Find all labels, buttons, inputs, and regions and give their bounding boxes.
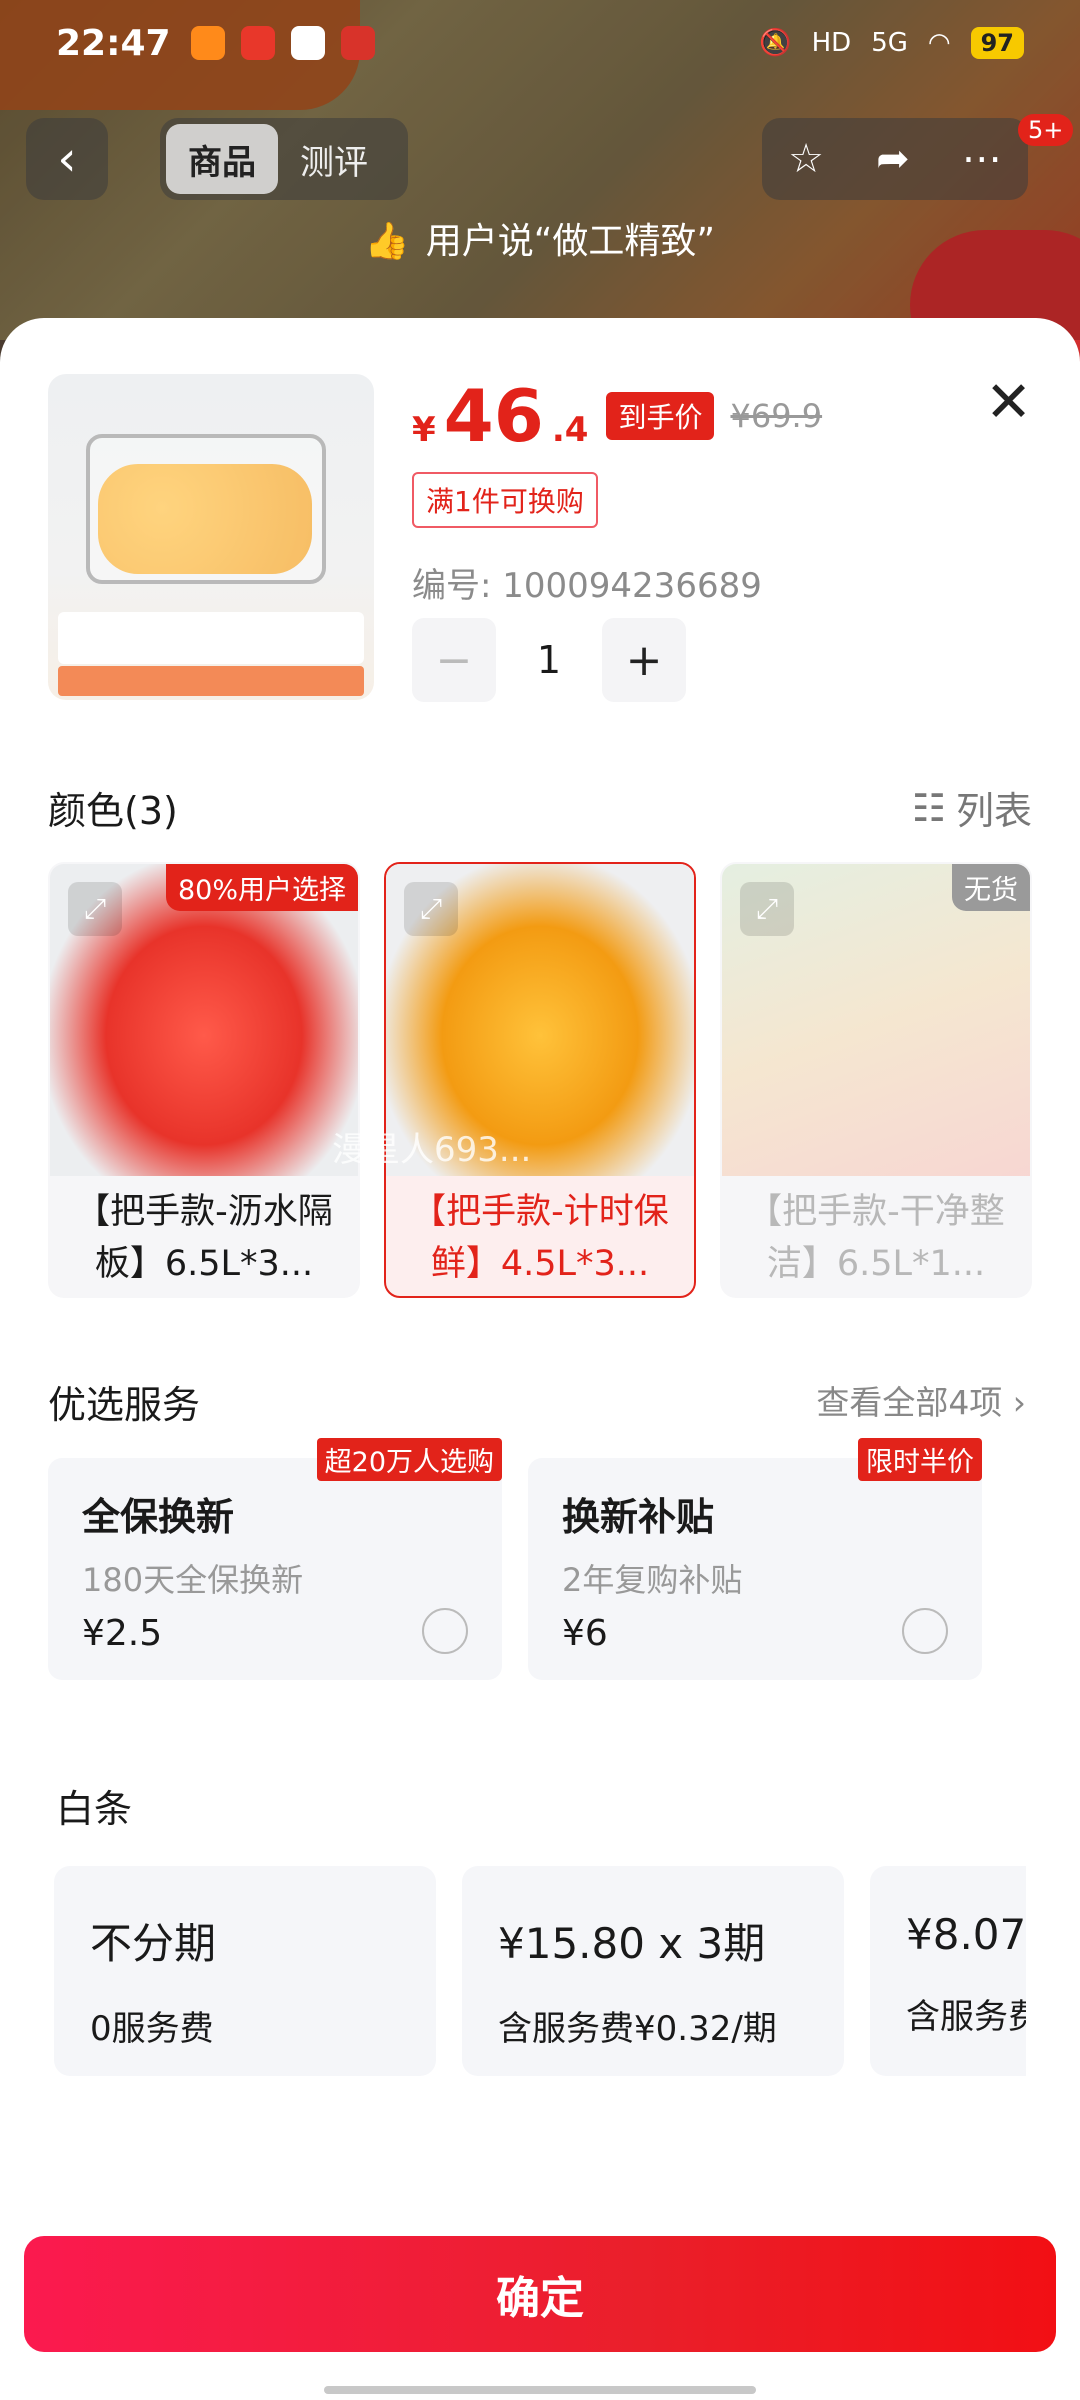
installment-main: ¥8.07 [906,1910,1026,1959]
more-icon[interactable]: ⋯ [962,136,1002,182]
close-icon[interactable]: ✕ [985,370,1032,435]
installment-sub: 0服务费 [90,2009,214,2049]
expand-icon[interactable]: ⤢ [740,882,794,936]
battery-icon: 97 [970,27,1024,59]
color-option-label: 【把手款-计时保鲜】4.5L*3... [411,1192,669,1284]
price-row: ¥ 46 .4 到手价 ¥69.9 [412,380,822,452]
tab-review[interactable]: 测评 [278,124,390,194]
service-name: 全保换新 [82,1495,235,1539]
out-of-stock-tag: 无货 [952,864,1030,911]
mute-icon: 🔕 [759,28,792,58]
color-option-2[interactable]: ⤢ 【把手款-计时保鲜】4.5L*3... [384,862,696,1298]
chevron-left-icon: ‹ [57,131,77,187]
installment-option-2[interactable]: ¥15.80 x 3期 含服务费¥0.32/期 [462,1866,844,2076]
installment-option-3[interactable]: ¥8.07 含服务费 [870,1866,1026,2076]
nav-actions: ☆ ➦ ⋯ [762,118,1028,200]
app-notification-icon [190,26,225,60]
confirm-button[interactable]: 确定 [24,2236,1056,2352]
original-price: ¥69.9 [730,397,823,435]
service-radio[interactable] [902,1608,948,1654]
expand-icon[interactable]: ⤢ [404,882,458,936]
thumbnail-info-band [58,612,364,664]
product-code: 编号: 100094236689 [412,566,762,606]
product-thumbnail[interactable] [48,374,374,700]
service-desc: 180天全保换新 [82,1561,304,1599]
color-option-1[interactable]: ⤢ 80%用户选择 【把手款-沥水隔板】6.5L*3... [48,862,360,1298]
hd-icon: HD [811,28,852,58]
price-decimal: .4 [551,410,589,450]
network-icon: 5G [871,28,908,58]
color-option-label: 【把手款-沥水隔板】6.5L*3... [75,1192,333,1284]
praise-banner: 👍 用户说“做工精致” [0,212,1080,264]
expand-icon[interactable]: ⤢ [68,882,122,936]
installment-sub: 含服务费 [906,1997,1026,2037]
baitiao-section-title: 白条 [56,1787,133,1831]
color-section-title: 颜色(3) [48,789,178,833]
installment-main: 不分期 [90,1919,217,1968]
swap-note: 满1件可换购 [412,472,598,528]
decrease-button[interactable]: − [412,618,496,702]
thumbnail-feature-band [58,666,364,696]
price-integer: 46 [443,374,544,458]
service-radio[interactable] [422,1608,468,1654]
status-time: 22:47 [56,22,171,64]
message-count-badge: 5+ [1018,114,1074,146]
wifi-icon: ◠ [927,28,951,58]
container-image [86,434,326,584]
service-name: 换新补贴 [562,1495,715,1539]
services-section-title: 优选服务 [48,1383,201,1427]
app-notification-icon [340,26,375,60]
installment-option-1[interactable]: 不分期 0服务费 [54,1866,436,2076]
color-option-label: 【把手款-干净整洁】6.5L*1... [747,1192,1005,1284]
list-view-toggle[interactable]: ☷ 列表 [912,780,1032,835]
currency-symbol: ¥ [412,410,436,450]
popular-tag: 80%用户选择 [165,864,358,911]
tab-product[interactable]: 商品 [166,124,278,194]
service-tag: 限时半价 [858,1438,982,1481]
sku-selector-sheet: ¥ 46 .4 到手价 ¥69.9 ✕ 满1件可换购 编号: 100094236… [0,318,1080,2400]
app-notification-icon [290,26,325,60]
share-icon[interactable]: ➦ [876,136,910,182]
status-bar: 22:47 🔕 HD 5G ◠ 97 [0,0,1080,86]
installment-main: ¥15.80 x 3期 [498,1919,766,1968]
home-indicator[interactable] [324,2386,756,2394]
praise-text: 用户说“做工精致” [425,221,716,262]
increase-button[interactable]: + [602,618,686,702]
view-all-services-link[interactable]: 查看全部4项 › [816,1376,1026,1424]
quantity-value: 1 [536,638,562,682]
notification-icons [190,26,375,60]
quantity-stepper: − 1 + [412,618,686,702]
service-desc: 2年复购补贴 [562,1561,743,1599]
service-option-2[interactable]: 限时半价 换新补贴 2年复购补贴 ¥6 [528,1438,982,1680]
service-price: ¥2.5 [82,1613,163,1654]
star-icon[interactable]: ☆ [788,136,824,182]
back-button[interactable]: ‹ [26,118,108,200]
watermark: 漫星人693... [332,1130,532,1170]
list-icon: ☷ [911,785,946,830]
color-option-3[interactable]: ⤢ 无货 【把手款-干净整洁】6.5L*1... [720,862,1032,1298]
app-notification-icon [240,26,275,60]
service-tag: 超20万人选购 [316,1438,502,1481]
top-nav: ‹ 商品 测评 ☆ ➦ ⋯ [0,118,1080,200]
page-tabs: 商品 测评 [160,118,408,200]
thumbs-up-icon: 👍 [364,221,410,262]
installment-sub: 含服务费¥0.32/期 [498,2009,777,2049]
final-price-tag: 到手价 [606,392,715,440]
service-price: ¥6 [562,1613,608,1654]
service-option-1[interactable]: 超20万人选购 全保换新 180天全保换新 ¥2.5 [48,1438,502,1680]
list-toggle-label: 列表 [955,789,1032,833]
